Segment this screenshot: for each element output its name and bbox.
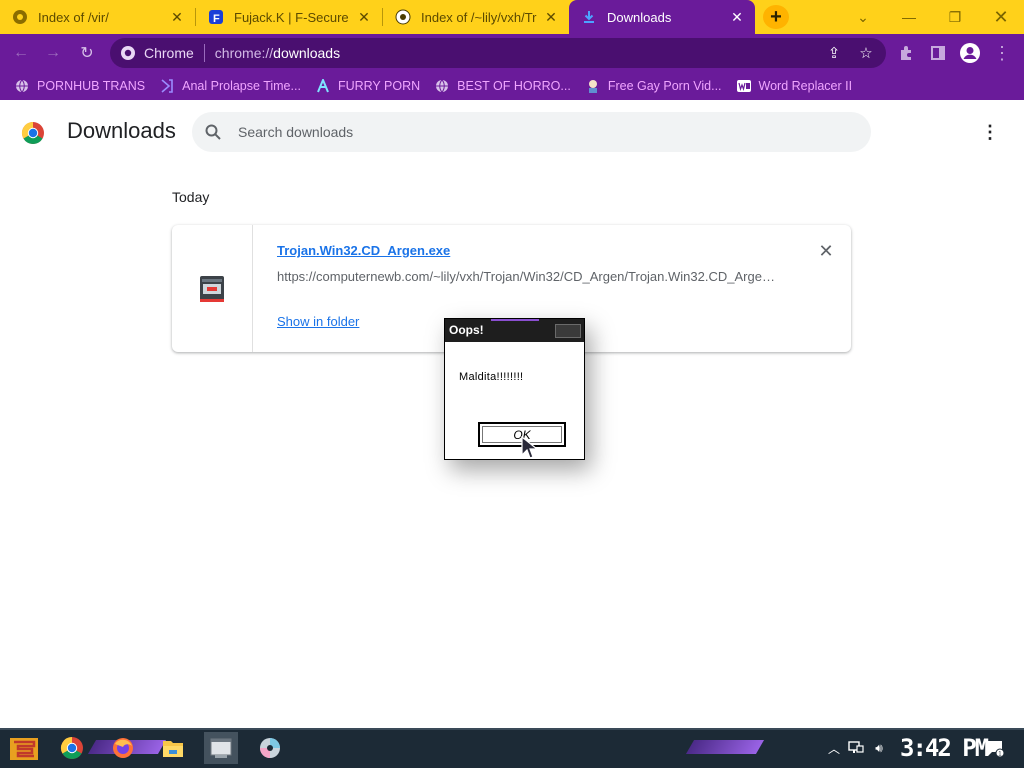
wr-icon [736,78,752,94]
close-icon[interactable]: ✕ [729,9,745,25]
chrome-icon [120,45,136,61]
taskbar-chrome[interactable] [55,732,89,764]
taskbar-decoration [685,740,765,754]
firefox-icon [113,738,133,758]
download-source-url: https://computernewb.com/~lily/vxh/Troja… [277,269,777,284]
new-tab-button[interactable]: + [763,5,789,29]
close-icon[interactable]: ✕ [169,9,185,25]
page-menu-kebab-icon[interactable]: ⋮ [976,120,1004,144]
dialog-titlebar[interactable]: Oops! [445,319,584,342]
dialog-close-button[interactable] [555,324,581,338]
tab-downloads[interactable]: Downloads ✕ [569,0,755,34]
tab-title: Downloads [607,9,672,25]
site-icon [395,9,411,25]
lambda-icon [315,78,331,94]
tab-index-vir[interactable]: Index of /vir/ ✕ [0,0,195,34]
divider [203,44,205,62]
bookmark-item[interactable]: BEST OF HORRO... [434,78,571,94]
close-icon[interactable]: ✕ [356,9,372,25]
bookmark-item[interactable]: FURRY PORN [315,78,420,94]
mouse-cursor-icon [521,436,539,459]
chrome-logo-icon [21,122,44,145]
bookmark-label: Anal Prolapse Time... [182,79,301,93]
bookmark-label: Free Gay Porn Vid... [607,79,722,93]
dialog-title: Oops! [449,323,484,337]
titlebar-accent [491,319,539,321]
taskbar-edge [0,728,1024,730]
globe-icon [434,78,450,94]
reload-icon[interactable]: ↻ [74,40,100,66]
download-filename-link[interactable]: Trojan.Win32.CD_Argen.exe [277,243,450,258]
bookmark-item[interactable]: Word Replacer II [736,78,853,94]
tab-search-icon[interactable]: ⌄ [840,0,886,34]
volume-icon[interactable]: 🔊︎ [870,740,888,756]
bookmark-label: FURRY PORN [337,79,421,93]
search-icon [204,123,222,141]
file-explorer-icon [163,741,183,757]
share-icon[interactable]: ⇪ [821,38,847,68]
bookmark-label: BEST OF HORRO... [457,79,571,93]
address-bar[interactable]: Chrome chrome:// downloads ⇪ ☆ [110,38,886,68]
executable-file-icon [200,275,224,302]
profile-avatar-icon[interactable] [957,40,983,66]
dialog-message: Maldita!!!!!!!! [459,371,524,383]
chrome-icon [60,737,83,760]
restore-icon[interactable]: ❐ [932,0,978,34]
file-icon-area [172,225,253,352]
taskbar-program-window[interactable] [204,732,238,764]
svg-text:F: F [213,13,220,25]
forward-arrow-icon[interactable]: → [40,40,66,66]
bookmark-item[interactable]: PORNHUB TRANS [14,78,145,94]
browser-toolbar: ← → ↻ Chrome chrome:// downloads ⇪ ☆ ⋮ [0,34,1024,72]
bookmark-label: PORNHUB TRANS [37,79,146,93]
tab-title: Fujack.K | F-Secure La [234,9,350,25]
globe-icon [14,78,30,94]
extensions-puzzle-icon[interactable] [893,40,919,66]
taskbar-cd-program[interactable] [253,732,287,764]
minimize-icon[interactable]: — [886,0,932,34]
bookmarks-bar: PORNHUB TRANS Anal Prolapse Time... FURR… [0,72,1024,100]
back-arrow-icon[interactable]: ← [8,40,34,66]
side-panel-icon[interactable] [925,40,951,66]
tray-expand-icon[interactable]: ︿ [825,740,843,756]
tab-index-lily[interactable]: Index of /~lily/vxh/Tr ✕ [383,0,569,34]
window-close-icon[interactable]: ✕ [978,0,1024,34]
fsecure-icon: F [208,9,224,25]
chrome-icon [12,9,28,25]
search-box[interactable] [192,112,871,152]
taskbar-firefox[interactable] [106,732,140,764]
bookmark-item[interactable]: Anal Prolapse Time... [159,78,301,94]
download-icon [581,9,597,25]
bookmark-item[interactable]: Free Gay Porn Vid... [585,78,722,94]
url-scheme: chrome:// [214,45,274,61]
taskbar-file-explorer[interactable] [156,732,190,764]
cd-disc-icon [260,738,280,758]
show-in-folder-link[interactable]: Show in folder [277,314,359,329]
menu-kebab-icon[interactable]: ⋮ [989,40,1015,66]
bookmark-star-icon[interactable]: ☆ [853,38,879,68]
taskbar: ︿ 🔊︎ 3:42 PM 1 [0,728,1024,768]
tab-title: Index of /vir/ [38,9,109,25]
taskbar-clock[interactable]: 3:42 PM [900,734,989,762]
program-window-icon [210,738,232,758]
page-title: Downloads [67,118,176,143]
start-button-icon[interactable] [8,734,40,764]
tab-fujack[interactable]: F Fujack.K | F-Secure La ✕ [196,0,382,34]
network-icon[interactable] [847,740,865,756]
mascot-icon [585,78,601,94]
site-chip: Chrome [144,45,194,61]
oops-dialog: Oops! Maldita!!!!!!!! OK [444,318,585,460]
notification-center-icon[interactable]: 1 [984,738,1004,758]
close-icon[interactable]: ✕ [543,9,559,25]
tab-title: Index of /~lily/vxh/Tr [421,9,537,25]
url-host: downloads [273,45,341,61]
remove-download-icon[interactable]: ✕ [816,241,836,261]
bookmark-label: Word Replacer II [758,79,853,93]
bracket-icon [159,78,175,94]
downloads-header: Downloads ⋮ [0,100,1024,164]
tab-strip: Index of /vir/ ✕ F Fujack.K | F-Secure L… [0,0,1024,34]
search-input[interactable] [236,123,840,141]
date-header: Today [172,189,210,205]
